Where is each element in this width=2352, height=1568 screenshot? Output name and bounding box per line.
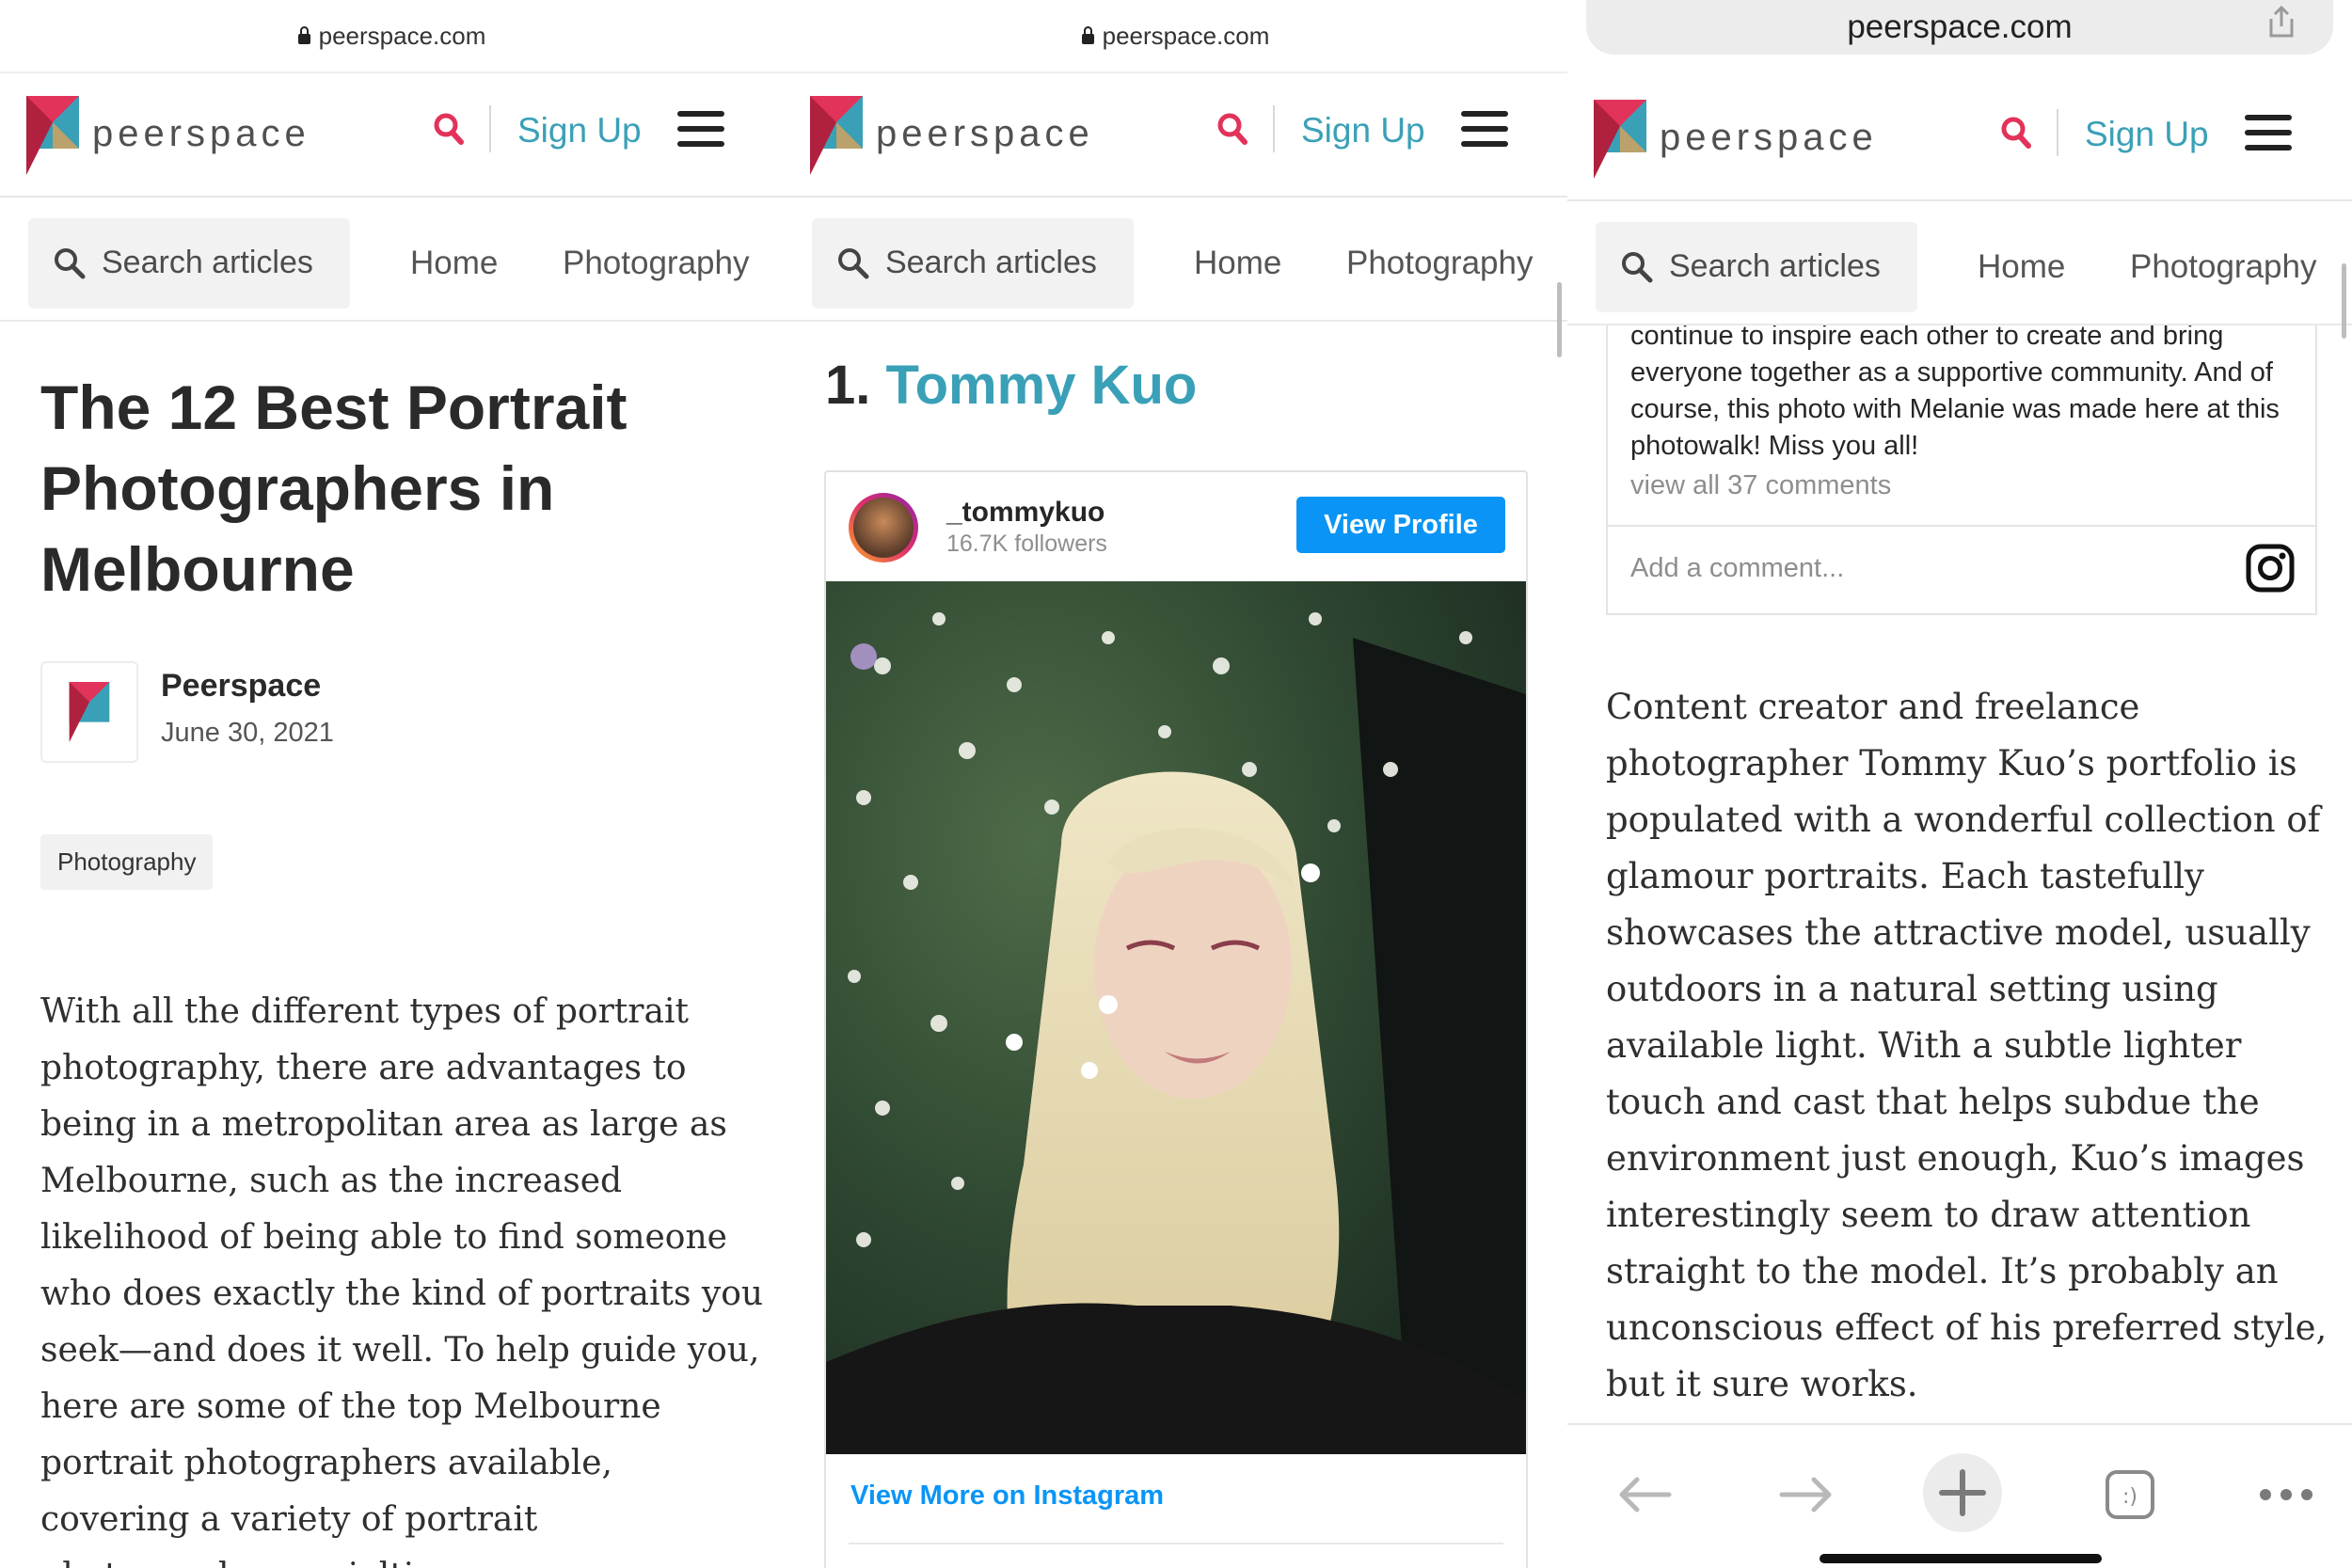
brand-name[interactable]: peerspace [876, 113, 1094, 155]
search-icon [1622, 252, 1653, 283]
header-divider [1273, 105, 1275, 152]
search-articles-input[interactable]: Search articles [28, 218, 350, 309]
publish-date: June 30, 2021 [161, 718, 334, 748]
nav-home[interactable]: Home [1978, 248, 2065, 286]
address-bar[interactable]: peerspace.com [1586, 0, 2333, 55]
url-text: peerspace.com [318, 21, 486, 50]
search-placeholder: Search articles [102, 245, 313, 280]
address-bar[interactable]: peerspace.com [784, 0, 1567, 73]
brand-name[interactable]: peerspace [92, 113, 310, 155]
portrait-photo[interactable] [826, 581, 1526, 1454]
divider [849, 1543, 1503, 1544]
article-intro: With all the different types of portrait… [40, 992, 764, 1568]
sign-up-link[interactable]: Sign Up [517, 111, 642, 150]
site-header: peerspace Sign Up [0, 73, 784, 198]
screenshot-panel-2: peerspace.com peerspace Sign Up Search a… [784, 0, 1567, 1568]
view-more-on-instagram-link[interactable]: View More on Instagram [850, 1481, 1164, 1512]
nav-photography[interactable]: Photography [1346, 245, 1533, 282]
article-subnav: Search articles Home Photography [0, 198, 784, 322]
heading-number: 1. [825, 355, 871, 416]
site-header: peerspace Sign Up [1567, 77, 2352, 201]
screenshot-panel-1: peerspace.com peerspace Sign Up Search a… [0, 0, 784, 1568]
nav-photography[interactable]: Photography [563, 245, 749, 282]
search-placeholder: Search articles [1669, 248, 1881, 284]
view-all-comments-link[interactable]: view all 37 comments [1630, 470, 1898, 501]
search-icon[interactable] [1216, 111, 1248, 147]
add-comment-input[interactable]: Add a comment... [1630, 553, 1844, 584]
search-placeholder: Search articles [885, 245, 1097, 280]
address-bar[interactable]: peerspace.com [0, 0, 784, 73]
search-articles-input[interactable]: Search articles [812, 218, 1134, 309]
view-profile-button[interactable]: View Profile [1296, 497, 1505, 553]
divider [1608, 525, 2315, 527]
nav-photography[interactable]: Photography [2130, 248, 2316, 286]
search-icon [838, 248, 869, 279]
category-tag[interactable]: Photography [40, 834, 214, 890]
header-divider [489, 105, 491, 152]
sign-up-link[interactable]: Sign Up [2085, 115, 2209, 154]
tabs-icon[interactable]: :) [2094, 1459, 2166, 1530]
search-articles-input[interactable]: Search articles [1596, 222, 1917, 312]
search-icon [55, 248, 86, 279]
scrollbar[interactable] [2342, 263, 2346, 339]
article-title: The 12 Best Portrait Photographers in Me… [40, 372, 628, 604]
screenshot-panel-3: peerspace.com peerspace Sign Up continue… [1567, 0, 2352, 1568]
nav-home[interactable]: Home [1194, 245, 1281, 282]
search-icon[interactable] [433, 111, 465, 147]
lock-icon [297, 25, 310, 44]
scrollbar[interactable] [1557, 282, 1562, 357]
browser-toolbar: :) [1567, 1423, 2352, 1568]
follower-count: 16.7K followers [946, 531, 1107, 557]
more-dots-icon[interactable] [2250, 1459, 2322, 1530]
instagram-comments: continue to inspire each other to create… [1606, 320, 2317, 615]
header-divider [2057, 109, 2058, 156]
site-header: peerspace Sign Up [784, 73, 1567, 198]
peerspace-logo[interactable] [810, 96, 863, 175]
instagram-embed: _tommykuo 16.7K followers View Profile V… [824, 470, 1528, 1568]
article-subnav: Search articles Home Photography [784, 198, 1567, 322]
photographer-description: Content creator and freelance photograph… [1606, 687, 2328, 1404]
nav-home[interactable]: Home [410, 245, 498, 282]
article-subnav: Search articles Home Photography [1567, 201, 2352, 325]
comment-text: continue to inspire each other to create… [1630, 321, 2280, 461]
sign-up-link[interactable]: Sign Up [1301, 111, 1425, 150]
search-icon[interactable] [2000, 115, 2032, 150]
instagram-avatar[interactable] [849, 493, 918, 562]
new-tab-plus-icon[interactable] [1923, 1453, 2002, 1532]
photographer-name-link[interactable]: Tommy Kuo [886, 355, 1198, 416]
comment-clip: continue to inspire each other to create… [1608, 320, 2315, 517]
home-indicator[interactable] [1820, 1554, 2102, 1563]
instagram-handle[interactable]: _tommykuo [946, 497, 1104, 529]
share-icon[interactable] [2267, 6, 2296, 38]
author-name[interactable]: Peerspace [161, 668, 321, 705]
peerspace-logo [69, 682, 110, 742]
menu-icon[interactable] [677, 111, 724, 147]
peerspace-logo[interactable] [26, 96, 79, 175]
menu-icon[interactable] [1461, 111, 1508, 147]
peerspace-logo[interactable] [1594, 100, 1646, 179]
instagram-icon[interactable] [2246, 544, 2295, 593]
svg-text::): :) [2122, 1485, 2137, 1509]
forward-arrow-icon[interactable] [1771, 1459, 1842, 1530]
menu-icon[interactable] [2245, 115, 2292, 150]
brand-name[interactable]: peerspace [1660, 117, 1878, 159]
back-arrow-icon[interactable] [1609, 1459, 1680, 1530]
url-text: peerspace.com [1847, 8, 2073, 45]
author-avatar [40, 661, 138, 763]
url-text: peerspace.com [1102, 21, 1270, 50]
lock-icon [1081, 25, 1094, 44]
photographer-heading: 1. Tommy Kuo [825, 354, 1197, 417]
